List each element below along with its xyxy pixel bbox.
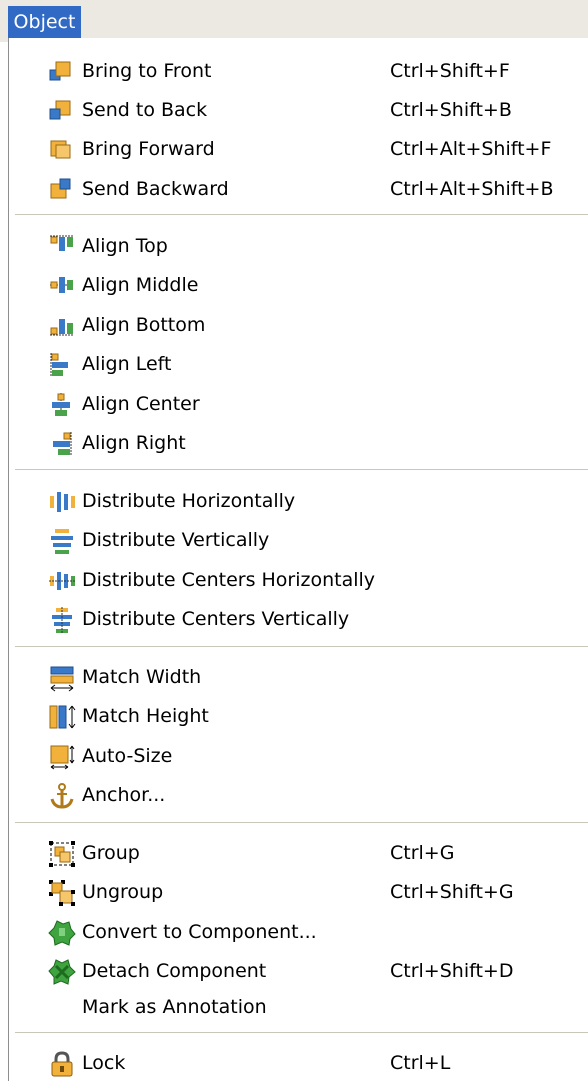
distribute-centers-vertically-icon bbox=[47, 605, 77, 635]
menu-item-ungroup[interactable]: Ungroup Ctrl+Shift+G bbox=[9, 876, 588, 910]
menu-item-label: Align Right bbox=[82, 432, 186, 454]
distribute-centers-horizontally-icon bbox=[47, 566, 77, 596]
shortcut-label: Ctrl+L bbox=[390, 1052, 451, 1074]
send-backward-icon bbox=[47, 175, 77, 205]
menu-item-group[interactable]: Group Ctrl+G bbox=[9, 837, 588, 871]
shortcut-label: Ctrl+Shift+B bbox=[390, 99, 512, 121]
menu-item-label: Distribute Vertically bbox=[82, 529, 270, 551]
lock-icon bbox=[47, 1049, 77, 1079]
object-menu-dropdown: Bring to Front Ctrl+Shift+F Send to Back… bbox=[8, 38, 588, 1081]
align-center-icon bbox=[47, 390, 77, 420]
shortcut-label: Ctrl+Shift+F bbox=[390, 60, 510, 82]
group-icon bbox=[47, 839, 77, 869]
send-to-back-icon bbox=[47, 96, 77, 126]
shortcut-label: Ctrl+Shift+G bbox=[390, 881, 514, 903]
menu-item-label: Anchor... bbox=[82, 784, 166, 806]
menu-item-label: Distribute Centers Horizontally bbox=[82, 569, 376, 591]
bring-forward-icon bbox=[47, 135, 77, 165]
align-top-icon bbox=[47, 232, 77, 262]
menu-separator bbox=[15, 469, 588, 471]
menu-item-label: Auto-Size bbox=[82, 745, 173, 767]
menu-bar: Object bbox=[0, 0, 588, 42]
menu-item-label: Distribute Centers Vertically bbox=[82, 608, 350, 630]
menu-separator bbox=[15, 214, 588, 216]
shortcut-label: Ctrl+Shift+D bbox=[390, 960, 514, 982]
match-height-icon bbox=[47, 702, 77, 732]
menu-item-label: Align Top bbox=[82, 235, 168, 257]
menu-item-align-top[interactable]: Align Top bbox=[9, 230, 588, 264]
anchor-icon bbox=[47, 781, 77, 811]
menu-item-mark-as-annotation[interactable]: Mark as Annotation bbox=[9, 991, 588, 1025]
shortcut-label: Ctrl+G bbox=[390, 842, 455, 864]
bring-to-front-icon bbox=[47, 57, 77, 87]
menu-item-distribute-vertically[interactable]: Distribute Vertically bbox=[9, 524, 588, 558]
menu-item-send-backward[interactable]: Send Backward Ctrl+Alt+Shift+B bbox=[9, 173, 588, 207]
menu-item-label: Convert to Component... bbox=[82, 921, 317, 943]
menu-item-label: Detach Component bbox=[82, 960, 267, 982]
menu-item-label: Align Center bbox=[82, 393, 200, 415]
shortcut-label: Ctrl+Alt+Shift+F bbox=[390, 138, 552, 160]
menu-separator bbox=[15, 646, 588, 648]
menu-item-label: Mark as Annotation bbox=[82, 996, 267, 1018]
align-middle-icon bbox=[47, 271, 77, 301]
detach-component-icon bbox=[47, 957, 77, 987]
menu-item-convert-to-component[interactable]: Convert to Component... bbox=[9, 916, 588, 950]
match-width-icon bbox=[47, 663, 77, 693]
ungroup-icon bbox=[47, 878, 77, 908]
menu-item-label: Align Left bbox=[82, 353, 172, 375]
menu-item-distribute-horizontally[interactable]: Distribute Horizontally bbox=[9, 485, 588, 519]
menu-separator bbox=[15, 1032, 588, 1034]
align-bottom-icon bbox=[47, 311, 77, 341]
convert-to-component-icon bbox=[47, 918, 77, 948]
auto-size-icon bbox=[47, 742, 77, 772]
menu-item-label: Align Bottom bbox=[82, 314, 206, 336]
distribute-vertically-icon bbox=[47, 526, 77, 556]
menu-object[interactable]: Object bbox=[8, 6, 81, 38]
align-right-icon bbox=[47, 429, 77, 459]
menu-item-bring-to-front[interactable]: Bring to Front Ctrl+Shift+F bbox=[9, 55, 588, 89]
menu-item-label: Ungroup bbox=[82, 881, 164, 903]
menu-item-label: Group bbox=[82, 842, 140, 864]
menu-item-detach-component[interactable]: Detach Component Ctrl+Shift+D bbox=[9, 955, 588, 989]
menu-item-match-height[interactable]: Match Height bbox=[9, 700, 588, 734]
menu-item-align-bottom[interactable]: Align Bottom bbox=[9, 309, 588, 343]
menu-item-lock[interactable]: Lock Ctrl+L bbox=[9, 1047, 588, 1081]
menu-item-distribute-centers-vertically[interactable]: Distribute Centers Vertically bbox=[9, 603, 588, 637]
menu-item-align-center[interactable]: Align Center bbox=[9, 388, 588, 422]
menu-item-label: Distribute Horizontally bbox=[82, 490, 296, 512]
menu-item-match-width[interactable]: Match Width bbox=[9, 661, 588, 695]
menu-item-label: Send to Back bbox=[82, 99, 208, 121]
shortcut-label: Ctrl+Alt+Shift+B bbox=[390, 178, 554, 200]
menu-item-label: Lock bbox=[82, 1052, 126, 1074]
menu-item-send-to-back[interactable]: Send to Back Ctrl+Shift+B bbox=[9, 94, 588, 128]
menu-item-label: Bring to Front bbox=[82, 60, 212, 82]
menu-item-label: Align Middle bbox=[82, 274, 199, 296]
menu-item-label: Match Height bbox=[82, 705, 209, 727]
menu-item-label: Match Width bbox=[82, 666, 202, 688]
menu-item-anchor[interactable]: Anchor... bbox=[9, 779, 588, 813]
distribute-horizontally-icon bbox=[47, 487, 77, 517]
menu-item-distribute-centers-horizontally[interactable]: Distribute Centers Horizontally bbox=[9, 564, 588, 598]
align-left-icon bbox=[47, 350, 77, 380]
menu-item-label: Bring Forward bbox=[82, 138, 215, 160]
menu-item-auto-size[interactable]: Auto-Size bbox=[9, 740, 588, 774]
menu-separator bbox=[15, 822, 588, 824]
menu-item-label: Send Backward bbox=[82, 178, 229, 200]
menu-item-bring-forward[interactable]: Bring Forward Ctrl+Alt+Shift+F bbox=[9, 133, 588, 167]
menu-item-align-left[interactable]: Align Left bbox=[9, 348, 588, 382]
menu-item-align-right[interactable]: Align Right bbox=[9, 427, 588, 461]
menu-item-align-middle[interactable]: Align Middle bbox=[9, 269, 588, 303]
